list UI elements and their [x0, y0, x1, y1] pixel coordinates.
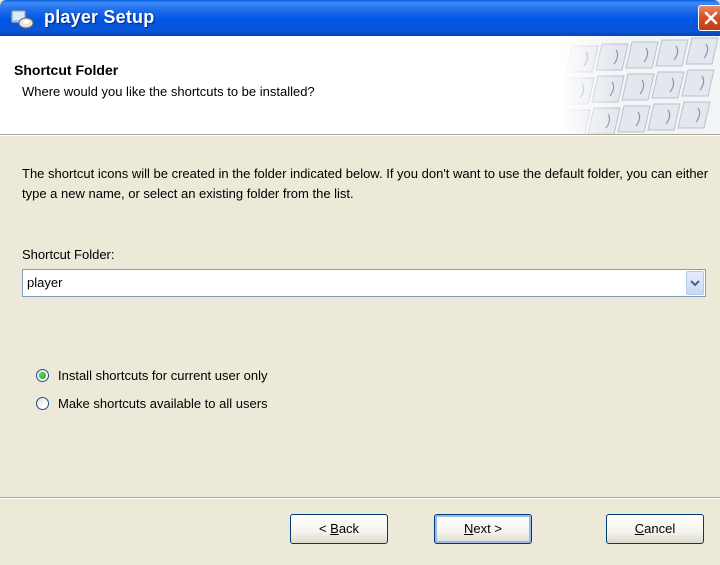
radio-current-user[interactable]: [36, 369, 49, 382]
installer-app-icon: [10, 7, 34, 29]
cancel-button[interactable]: Cancel: [606, 514, 704, 544]
back-prefix: <: [318, 521, 331, 536]
close-button[interactable]: [698, 5, 720, 31]
dropdown-button[interactable]: [686, 271, 704, 295]
setup-window: player Setup Shortcut Folder Where would…: [0, 0, 720, 565]
cancel-label-rest: ancel: [644, 521, 676, 536]
description-text: The shortcut icons will be created in th…: [22, 166, 709, 201]
header-graphic: [557, 36, 720, 134]
back-label-rest: ack: [338, 521, 360, 536]
page-subtitle: Where would you like the shortcuts to be…: [22, 84, 315, 99]
title-bar[interactable]: player Setup: [0, 0, 720, 36]
window-title: player Setup: [44, 7, 155, 27]
cancel-mnemonic: C: [634, 521, 645, 536]
next-label-rest: ext >: [473, 521, 502, 536]
next-mnemonic: N: [464, 521, 474, 536]
shortcut-folder-input[interactable]: player: [27, 275, 62, 290]
option-all-users-label[interactable]: Make shortcuts available to all users: [58, 396, 268, 411]
radio-all-users[interactable]: [36, 397, 49, 410]
next-button[interactable]: Next >: [434, 514, 532, 544]
back-mnemonic: B: [330, 521, 339, 536]
shortcut-folder-label: Shortcut Folder:: [22, 247, 115, 262]
page-title: Shortcut Folder: [14, 62, 119, 78]
header-divider: [0, 134, 720, 136]
radio-selected-dot: [39, 372, 46, 379]
wizard-header: Shortcut Folder Where would you like the…: [0, 36, 720, 134]
back-button[interactable]: < Back: [290, 514, 388, 544]
option-current-user-label[interactable]: Install shortcuts for current user only: [58, 368, 268, 383]
footer-divider: [0, 497, 720, 499]
shortcut-folder-combobox[interactable]: player: [22, 269, 706, 297]
